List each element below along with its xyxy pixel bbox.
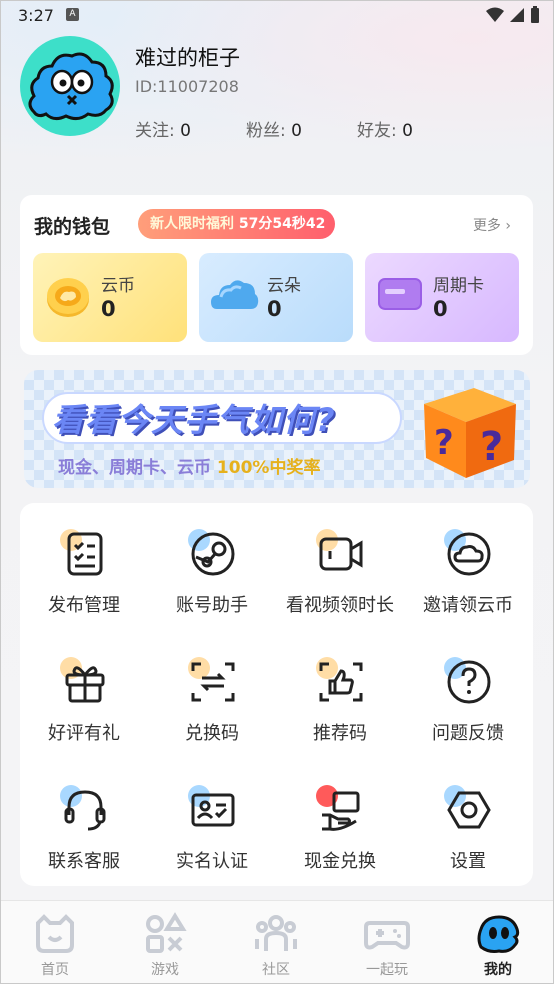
coin-icon: [47, 278, 89, 317]
stat-value: 0: [291, 121, 302, 141]
menu-account-helper[interactable]: 账号助手: [148, 511, 276, 621]
bottom-tab-bar: 首页 游戏 社区 一起玩 我的: [0, 900, 554, 984]
wallet-item-coins[interactable]: 云币 0: [33, 253, 187, 342]
menu-redeem-code[interactable]: 兑换码: [148, 639, 276, 749]
menu-feedback[interactable]: 问题反馈: [404, 639, 532, 749]
stat-following[interactable]: 关注: 0: [135, 116, 191, 141]
status-time: 3:27: [18, 6, 54, 25]
id-card-icon: [191, 793, 235, 827]
wallet-item-label: 周期卡: [433, 276, 484, 296]
cash-exchange-icon: [322, 791, 360, 831]
community-icon: [255, 915, 297, 951]
menu-settings[interactable]: 设置: [404, 767, 532, 877]
svg-text:?: ?: [434, 423, 454, 463]
promo-badge[interactable]: 新人限时福利 57分54秒42: [138, 209, 336, 239]
svg-text:?: ?: [480, 424, 503, 470]
thumbs-up-icon: [319, 662, 363, 702]
wallet-item-label: 云币: [101, 276, 135, 296]
menu-label: 发布管理: [48, 595, 120, 616]
question-icon: [447, 660, 491, 704]
stat-label: 好友:: [357, 121, 397, 141]
tab-label: 游戏: [151, 962, 179, 978]
notification-badge: A: [66, 8, 79, 21]
menu-good-review[interactable]: 好评有礼: [20, 639, 148, 749]
promo-countdown: 57分54秒42: [238, 216, 326, 232]
stat-value: 0: [180, 121, 191, 141]
user-id: ID:11007208: [135, 77, 239, 96]
tab-label: 一起玩: [366, 962, 408, 978]
status-bar: 3:27 A: [0, 0, 554, 30]
promo-label: 新人限时福利: [150, 216, 234, 232]
settings-hexagon-icon: [447, 791, 491, 829]
menu-label: 账号助手: [176, 595, 248, 616]
invite-cloud-icon: [447, 532, 491, 576]
tab-label: 首页: [41, 962, 69, 978]
banner-title: 看看今天手气如何?: [52, 401, 336, 439]
signal-icon: [510, 8, 524, 22]
menu-publish-manage[interactable]: 发布管理: [20, 511, 148, 621]
menu-label: 设置: [450, 851, 486, 872]
wallet-item-clouds[interactable]: 云朵 0: [199, 253, 353, 342]
banner-subtitle-prizes: 现金、周期卡、云币: [58, 458, 211, 478]
mascot-avatar-icon: [28, 52, 114, 121]
stat-label: 粉丝:: [246, 121, 286, 141]
mystery-box-icon: ? ?: [424, 388, 516, 478]
wallet-item-value: 0: [101, 297, 116, 321]
menu-label: 问题反馈: [432, 723, 504, 744]
feature-grid: 发布管理 账号助手 看视频领时长 邀请领云币 好评有礼 兑换码 推荐码 问题反馈: [20, 503, 533, 886]
stat-label: 关注:: [135, 121, 175, 141]
cloud-icon: [211, 280, 259, 309]
menu-cash-exchange[interactable]: 现金兑换: [276, 767, 404, 877]
home-icon: [36, 914, 74, 953]
menu-customer-service[interactable]: 联系客服: [20, 767, 148, 877]
tab-play-together[interactable]: 一起玩: [332, 901, 442, 984]
tab-community[interactable]: 社区: [221, 901, 331, 984]
banner-subtitle: 现金、周期卡、云币 100%中奖率: [58, 453, 320, 478]
menu-label: 推荐码: [313, 723, 367, 744]
menu-referral-code[interactable]: 推荐码: [276, 639, 404, 749]
avatar[interactable]: [20, 36, 120, 136]
card-icon: [378, 278, 422, 310]
wallet-title: 我的钱包: [34, 216, 111, 238]
menu-watch-video[interactable]: 看视频领时长: [276, 511, 404, 621]
wifi-icon: [486, 7, 504, 22]
battery-icon: [531, 6, 539, 23]
tab-label: 社区: [262, 962, 290, 978]
menu-label: 看视频领时长: [286, 595, 394, 616]
wallet-item-value: 0: [433, 297, 448, 321]
stat-friends[interactable]: 好友: 0: [357, 116, 413, 141]
tab-home[interactable]: 首页: [0, 901, 110, 984]
lottery-banner[interactable]: 看看今天手气如何? 现金、周期卡、云币 100%中奖率 ? ?: [24, 370, 530, 488]
video-camera-icon: [319, 537, 363, 571]
wallet-item-label: 云朵: [267, 276, 301, 296]
tab-games[interactable]: 游戏: [110, 901, 220, 984]
steam-icon: [191, 532, 235, 576]
wallet-item-period-card[interactable]: 周期卡 0: [365, 253, 519, 342]
banner-subtitle-highlight: 100%中奖率: [216, 458, 321, 478]
wallet-item-value: 0: [267, 297, 282, 321]
wallet-card: 我的钱包 新人限时福利 57分54秒42 更多 › 云币 0 云朵 0 周期卡 …: [20, 195, 533, 355]
exchange-code-icon: [191, 662, 235, 702]
games-icon: [146, 912, 187, 953]
wallet-more-link[interactable]: 更多 ›: [473, 215, 511, 235]
menu-label: 现金兑换: [304, 851, 376, 872]
stat-value: 0: [402, 121, 413, 141]
gamepad-icon: [364, 921, 410, 950]
menu-invite[interactable]: 邀请领云币: [404, 511, 532, 621]
tab-me[interactable]: 我的: [443, 901, 553, 984]
menu-label: 实名认证: [176, 851, 248, 872]
menu-label: 邀请领云币: [423, 595, 513, 616]
menu-label: 兑换码: [185, 723, 239, 744]
menu-label: 好评有礼: [48, 723, 120, 744]
tab-label: 我的: [484, 962, 512, 978]
nickname[interactable]: 难过的柜子: [135, 42, 240, 72]
headset-icon: [64, 790, 106, 831]
checklist-icon: [67, 532, 103, 576]
stat-fans[interactable]: 粉丝: 0: [246, 116, 302, 141]
mascot-icon: [477, 915, 520, 953]
menu-real-name[interactable]: 实名认证: [148, 767, 276, 877]
menu-label: 联系客服: [48, 851, 120, 872]
gift-icon: [65, 666, 105, 703]
